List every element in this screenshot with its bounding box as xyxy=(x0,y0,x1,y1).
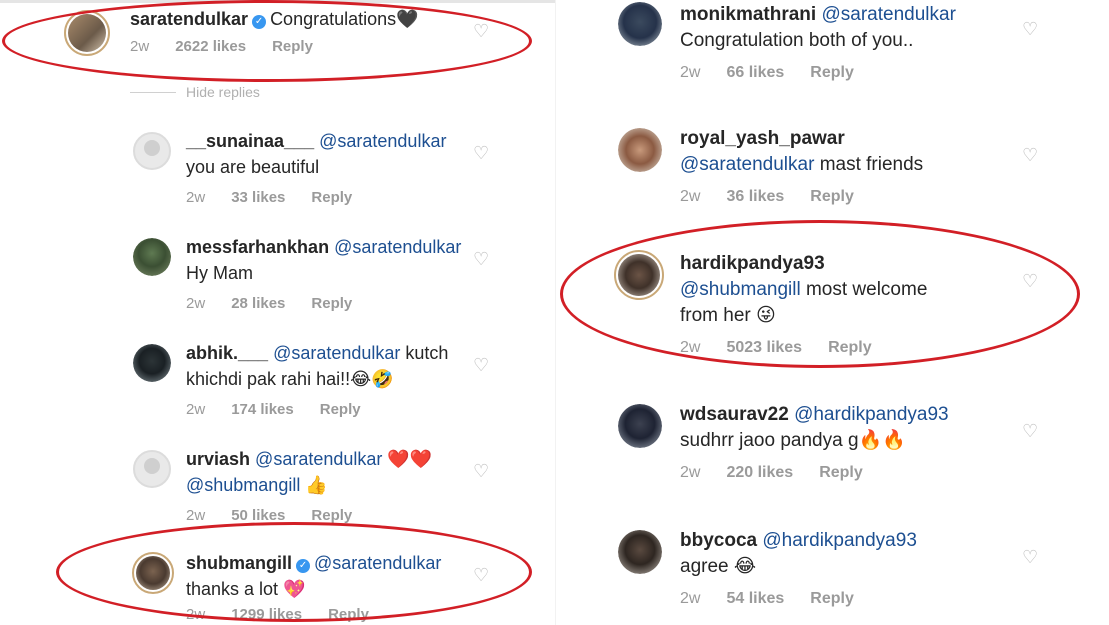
like-heart-icon[interactable]: ♡ xyxy=(473,462,489,480)
comment-time: 2w xyxy=(680,64,701,81)
avatar[interactable] xyxy=(618,530,662,574)
avatar[interactable] xyxy=(133,344,171,382)
avatar[interactable] xyxy=(618,128,662,172)
comment-likes[interactable]: 54 likes xyxy=(726,590,784,607)
avatar-image xyxy=(618,530,662,574)
avatar[interactable] xyxy=(133,238,171,276)
mention-link[interactable]: @saratendulkar xyxy=(821,4,955,25)
mention-link[interactable]: @saratendulkar xyxy=(273,343,400,363)
right-comment-panel: monikmathrani @saratendulkar Congratulat… xyxy=(555,0,1109,625)
mention-link[interactable]: @saratendulkar xyxy=(680,154,814,175)
comment-likes[interactable]: 33 likes xyxy=(231,189,285,206)
comment-bbycoca: bbycoca @hardikpandya93 agree 😂 2w 54 lik… xyxy=(556,528,1109,625)
comment-text: 👍 xyxy=(300,475,328,495)
avatar[interactable] xyxy=(618,2,662,46)
left-comment-panel: saratendulkar ✓ Congratulations🖤 2w 2622 li… xyxy=(0,0,555,625)
comment-text: khichdi pak rahi hai!!😂🤣 xyxy=(186,369,394,389)
hide-replies-button[interactable]: Hide replies xyxy=(130,84,260,100)
avatar-image xyxy=(133,344,171,382)
like-heart-icon[interactable]: ♡ xyxy=(473,144,489,162)
comment-username[interactable]: wdsaurav22 xyxy=(680,404,789,425)
comment-likes[interactable]: 220 likes xyxy=(726,464,793,481)
mention-link[interactable]: @shubmangill xyxy=(186,475,300,495)
mention-link[interactable]: @hardikpandya93 xyxy=(762,530,917,551)
comment-text: Hy Mam xyxy=(186,263,253,283)
comment-likes[interactable]: 28 likes xyxy=(231,295,285,312)
reply-button[interactable]: Reply xyxy=(311,189,352,206)
reply-button[interactable]: Reply xyxy=(810,590,854,607)
highlight-ellipse xyxy=(560,220,1080,368)
avatar-image xyxy=(618,128,662,172)
avatar[interactable] xyxy=(133,132,171,170)
comment-time: 2w xyxy=(680,188,701,205)
comment-username[interactable]: bbycoca xyxy=(680,530,757,551)
mention-link[interactable]: @saratendulkar xyxy=(255,449,382,469)
comment-username[interactable]: monikmathrani xyxy=(680,4,816,25)
comment-username[interactable]: urviash xyxy=(186,449,250,469)
comment-time: 2w xyxy=(186,189,206,206)
comment-text: kutch xyxy=(400,343,449,363)
comment-sunainaa: __sunainaa___ @saratendulkar you are bea… xyxy=(0,126,555,206)
comment-username[interactable]: royal_yash_pawar xyxy=(680,128,845,149)
comment-wdsaurav22: wdsaurav22 @hardikpandya93 sudhrr jaoo p… xyxy=(556,402,1109,502)
avatar-image xyxy=(133,238,171,276)
avatar[interactable] xyxy=(133,450,171,488)
like-heart-icon[interactable]: ♡ xyxy=(1022,146,1038,164)
avatar[interactable] xyxy=(618,404,662,448)
comment-monikmathrani: monikmathrani @saratendulkar Congratulat… xyxy=(556,0,1109,100)
reply-button[interactable]: Reply xyxy=(320,401,361,418)
comment-time: 2w xyxy=(186,295,206,312)
comment-royal-yash-pawar: royal_yash_pawar @saratendulkar mast fri… xyxy=(556,126,1109,226)
comment-messfarhankhan: messfarhankhan @saratendulkar Hy Mam 2w 2… xyxy=(0,232,555,312)
comment-username[interactable]: abhik.___ xyxy=(186,343,268,363)
comment-likes[interactable]: 36 likes xyxy=(726,188,784,205)
avatar-image xyxy=(618,404,662,448)
comment-time: 2w xyxy=(186,507,206,524)
like-heart-icon[interactable]: ♡ xyxy=(1022,422,1038,440)
comment-likes[interactable]: 174 likes xyxy=(231,401,294,418)
comment-text: mast friends xyxy=(814,154,924,175)
like-heart-icon[interactable]: ♡ xyxy=(473,250,489,268)
avatar-image xyxy=(618,2,662,46)
comment-abhik: abhik.___ @saratendulkar kutch khichdi p… xyxy=(0,338,555,418)
reply-button[interactable]: Reply xyxy=(819,464,863,481)
mention-link[interactable]: @saratendulkar xyxy=(319,131,446,151)
mention-link[interactable]: @saratendulkar xyxy=(334,237,461,257)
comment-time: 2w xyxy=(680,464,701,481)
comment-likes[interactable]: 66 likes xyxy=(726,64,784,81)
comment-username[interactable]: messfarhankhan xyxy=(186,237,329,257)
highlight-ellipse xyxy=(2,0,532,82)
comment-text: you are beautiful xyxy=(186,157,320,177)
comment-username[interactable]: __sunainaa___ xyxy=(186,131,314,151)
like-heart-icon[interactable]: ♡ xyxy=(1022,548,1038,566)
comment-time: 2w xyxy=(186,401,206,418)
reply-button[interactable]: Reply xyxy=(311,295,352,312)
comment-urviash: urviash @saratendulkar ❤️❤️ @shubmangill… xyxy=(0,444,555,524)
comment-text: agree 😂 xyxy=(680,556,757,577)
comment-text: sudhrr jaoo pandya g🔥🔥 xyxy=(680,430,906,451)
comment-text: ❤️❤️ xyxy=(382,449,433,469)
mention-link[interactable]: @hardikpandya93 xyxy=(794,404,949,425)
like-heart-icon[interactable]: ♡ xyxy=(473,356,489,374)
comment-time: 2w xyxy=(680,590,701,607)
reply-button[interactable]: Reply xyxy=(810,188,854,205)
reply-button[interactable]: Reply xyxy=(810,64,854,81)
highlight-ellipse xyxy=(56,522,532,622)
hide-replies-label: Hide replies xyxy=(186,84,260,100)
comment-text: Congratulation both of you.. xyxy=(680,30,914,51)
like-heart-icon[interactable]: ♡ xyxy=(1022,20,1038,38)
